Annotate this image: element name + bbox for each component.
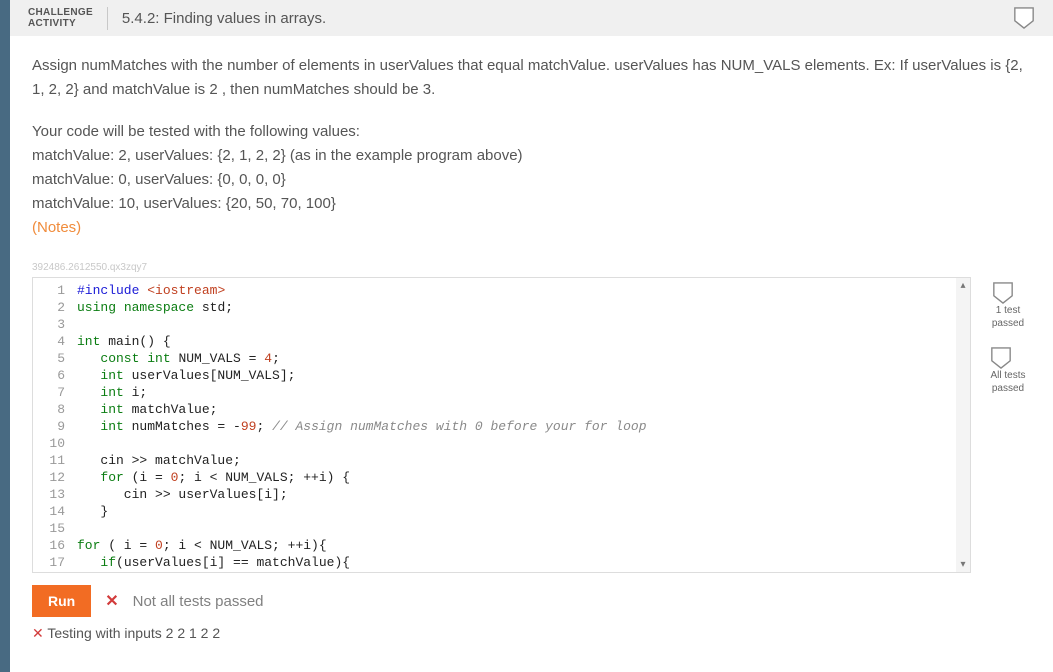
status-all-tests: All testspassed [990, 346, 1025, 395]
scroll-down-icon[interactable]: ▾ [960, 559, 965, 570]
fail-message: Not all tests passed [133, 593, 264, 610]
test-status-column: 1 testpassed All testspassed [971, 277, 1031, 573]
line-number-gutter: 1234567891011121314151617 [33, 278, 71, 572]
prompt-line-case3: matchValue: 10, userValues: {20, 50, 70,… [32, 195, 336, 212]
activity-hash: 392486.2612550.qx3zqy7 [10, 262, 1053, 277]
challenge-header: CHALLENGE ACTIVITY 5.4.2: Finding values… [10, 0, 1053, 36]
run-footer: Run ✕ Not all tests passed [10, 573, 1053, 617]
test-result-peek: ✕ Testing with inputs 2 2 1 2 2 [10, 617, 1053, 642]
challenge-tag: CHALLENGE ACTIVITY [28, 7, 108, 30]
code-content[interactable]: #include <iostream>using namespace std; … [71, 278, 956, 572]
status-one-test-label: 1 testpassed [992, 305, 1024, 330]
notes-link[interactable]: (Notes) [32, 219, 81, 236]
prompt-line-case2: matchValue: 0, userValues: {0, 0, 0, 0} [32, 171, 286, 188]
prompt-line-case1: matchValue: 2, userValues: {2, 1, 2, 2} … [32, 147, 523, 164]
peek-text: Testing with inputs 2 2 1 2 2 [47, 625, 220, 641]
status-one-test: 1 testpassed [992, 281, 1024, 330]
fail-x-icon: ✕ [105, 591, 118, 611]
prompt-block: Assign numMatches with the number of ele… [10, 36, 1053, 262]
prompt-line-intro: Your code will be tested with the follow… [32, 123, 360, 140]
challenge-tag-line1: CHALLENGE [28, 7, 93, 19]
code-editor[interactable]: 1234567891011121314151617 #include <iost… [32, 277, 971, 573]
prompt-paragraph-2: Your code will be tested with the follow… [32, 120, 1031, 240]
challenge-tag-line2: ACTIVITY [28, 18, 93, 30]
score-shield-icon [1013, 6, 1035, 30]
editor-scrollbar[interactable]: ▴ ▾ [956, 278, 970, 572]
run-button[interactable]: Run [32, 585, 91, 617]
scroll-up-icon[interactable]: ▴ [960, 280, 965, 291]
challenge-title: 5.4.2: Finding values in arrays. [108, 10, 326, 27]
peek-fail-x-icon: ✕ [32, 625, 44, 641]
prompt-paragraph-1: Assign numMatches with the number of ele… [32, 54, 1031, 102]
status-all-tests-label: All testspassed [990, 370, 1025, 395]
